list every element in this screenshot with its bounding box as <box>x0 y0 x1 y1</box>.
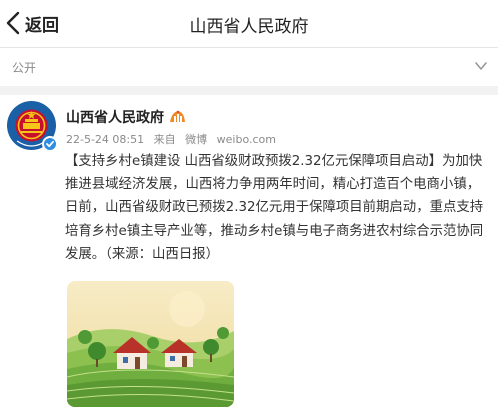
source-prefix: 来自 <box>153 133 176 146</box>
source-app: 微博 <box>185 133 208 146</box>
visibility-selector[interactable]: 公开 <box>0 48 498 86</box>
post-author-name[interactable]: 山西省人民政府 <box>66 107 164 127</box>
gov-badge-icon <box>170 110 185 122</box>
visibility-label: 公开 <box>12 61 37 75</box>
page-title: 山西省人民政府 <box>189 17 309 37</box>
post-image[interactable] <box>67 281 234 407</box>
post-meta: 22-5-24 08:51 来自 微博 weibo.com <box>66 131 282 147</box>
top-nav-bar: 返回 山西省人民政府 <box>0 0 498 47</box>
post-body-text: 【支持乡村e镇建设 山西省级财政预拨2.32亿元保障项目启动】为加快推进县域经济… <box>65 154 484 262</box>
verified-badge <box>42 136 58 152</box>
verified-check-icon <box>46 140 54 148</box>
rural-landscape-image <box>67 281 234 407</box>
section-separator <box>0 86 498 95</box>
post-timestamp: 22-5-24 08:51 <box>66 133 145 146</box>
chevron-down-icon <box>475 62 487 70</box>
source-domain: weibo.com <box>216 133 276 146</box>
